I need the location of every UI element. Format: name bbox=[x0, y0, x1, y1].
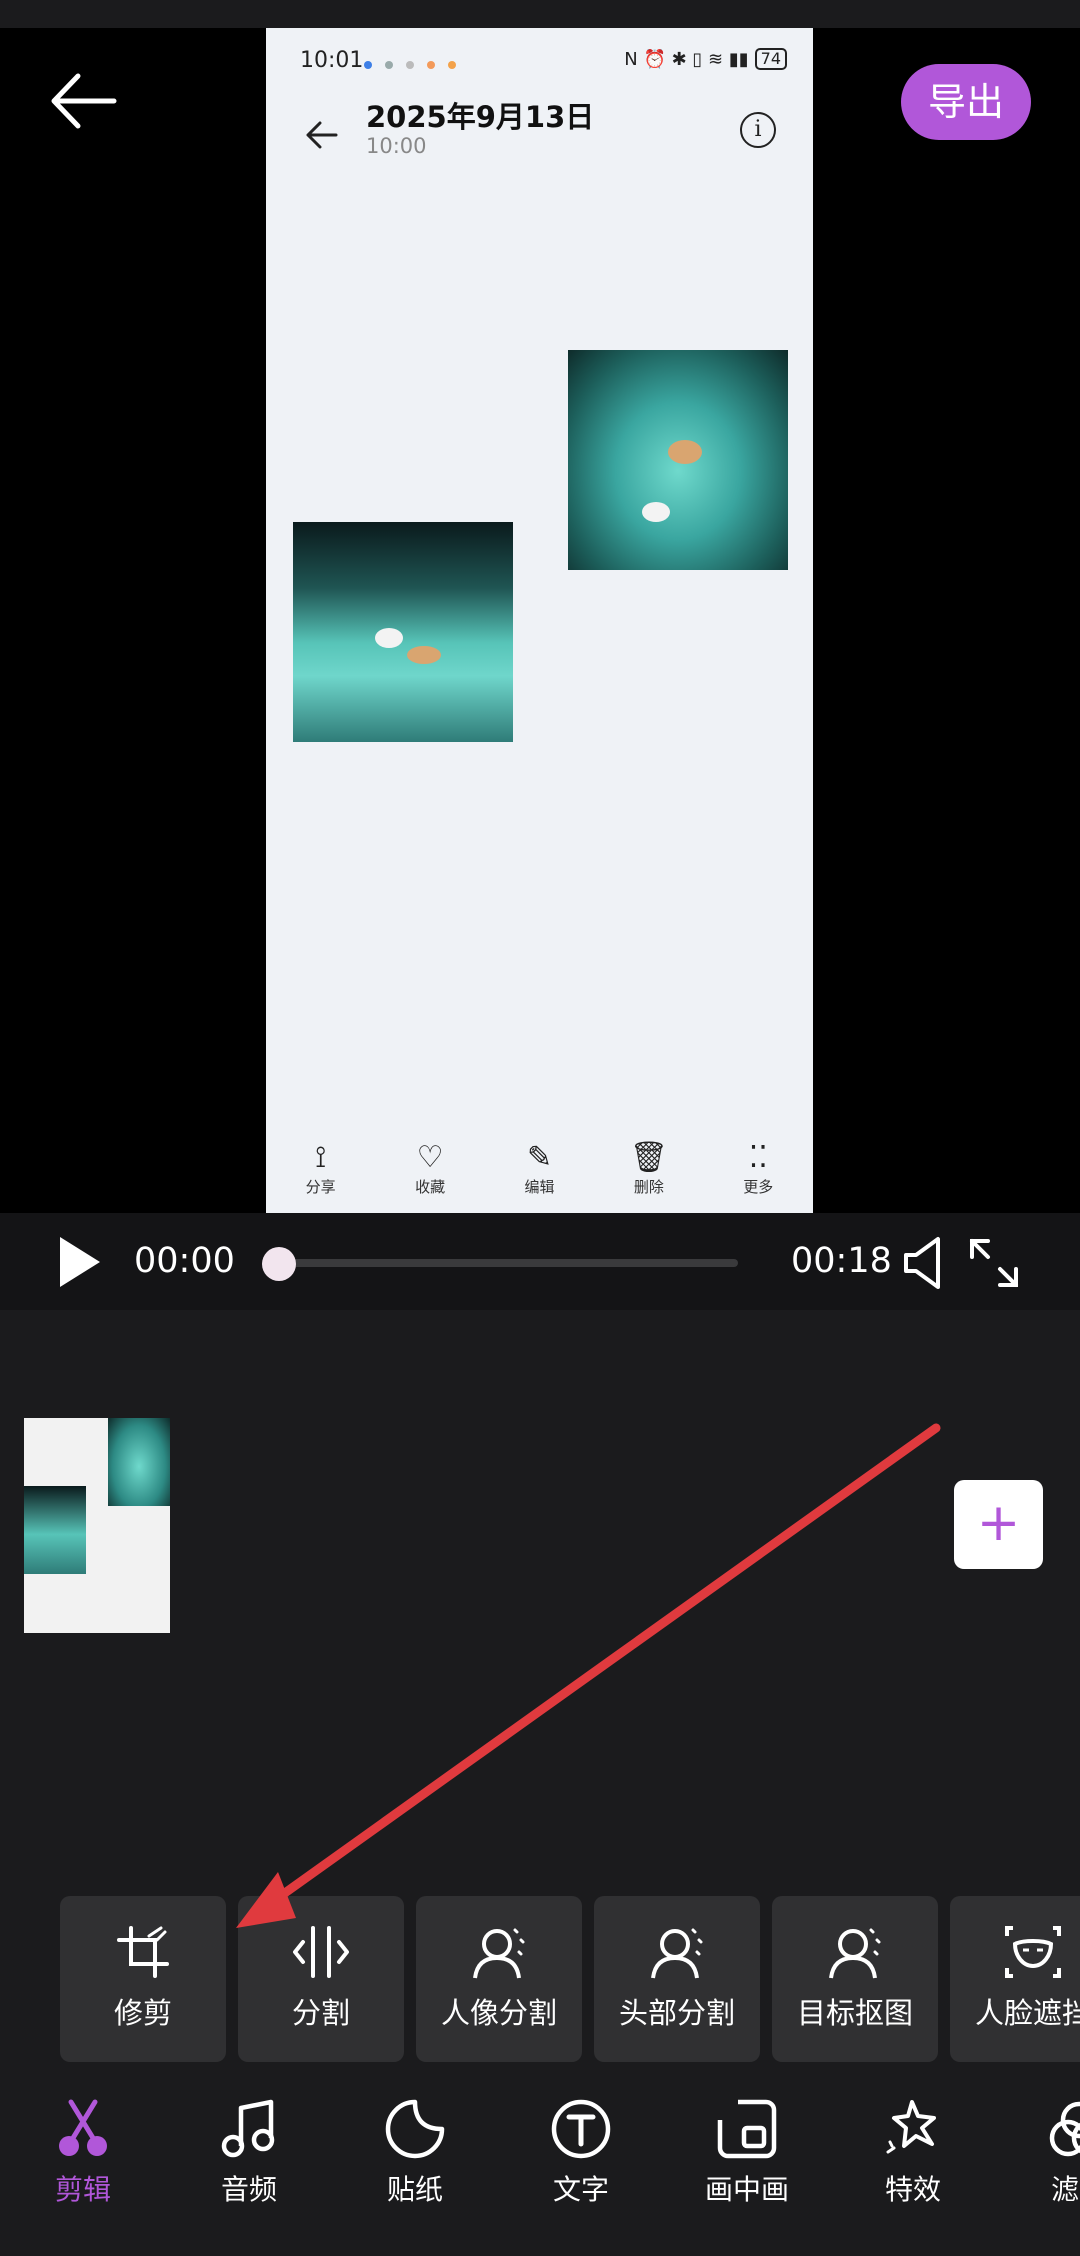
page-subtitle: 10:00 bbox=[366, 134, 427, 158]
face-mask-icon bbox=[1005, 1926, 1061, 1978]
nav-sticker[interactable]: 贴纸 bbox=[345, 2098, 485, 2208]
fullscreen-icon[interactable] bbox=[966, 1235, 1022, 1291]
edit-icon: ✎ bbox=[526, 1140, 553, 1175]
progress-handle[interactable] bbox=[262, 1247, 296, 1281]
nav-filter-label: 滤镜 bbox=[1050, 2173, 1080, 2206]
total-time: 00:18 bbox=[791, 1241, 892, 1281]
more-label: 更多 bbox=[743, 1178, 774, 1196]
tool-head-segment-label: 头部分割 bbox=[618, 1996, 735, 2030]
preview-frame: 10:01 N ⏰ ✱ ▯ ≋ ▮▮ 74 2025年9月13日 10:00 i… bbox=[266, 28, 813, 1213]
nav-filter[interactable]: 滤镜 bbox=[1009, 2098, 1080, 2208]
arrow-left-icon bbox=[51, 73, 117, 129]
tool-trim-label: 修剪 bbox=[113, 1996, 172, 2030]
nav-pip-label: 画中画 bbox=[704, 2173, 789, 2206]
pip-icon bbox=[717, 2099, 777, 2159]
music-icon bbox=[221, 2099, 275, 2158]
edit-item: ✎ 编辑 bbox=[499, 1140, 579, 1213]
text-icon bbox=[551, 2099, 611, 2159]
tool-face-mask[interactable]: 人脸遮挡 bbox=[950, 1896, 1080, 2062]
arrow-left-icon bbox=[306, 121, 338, 149]
heart-icon: ♡ bbox=[416, 1140, 444, 1175]
nav-text[interactable]: 文字 bbox=[511, 2098, 651, 2208]
playback-bar: 00:00 00:18 bbox=[0, 1213, 1080, 1310]
info-icon: i bbox=[740, 112, 776, 148]
nav-pip[interactable]: 画中画 bbox=[677, 2098, 817, 2208]
scissors-icon bbox=[59, 2099, 107, 2156]
delete-item: 🗑 删除 bbox=[609, 1140, 689, 1213]
more-item: ⁚⁚ 更多 bbox=[718, 1140, 798, 1213]
tool-split-label: 分割 bbox=[291, 1996, 350, 2030]
status-time: 10:01 bbox=[300, 48, 364, 73]
object-cutout-icon bbox=[829, 1928, 881, 1979]
share-item: ⟟ 分享 bbox=[281, 1140, 361, 1213]
nav-effects-label: 特效 bbox=[884, 2173, 941, 2206]
delete-label: 删除 bbox=[633, 1178, 664, 1196]
share-icon: ⟟ bbox=[315, 1140, 327, 1175]
export-button[interactable]: 导出 bbox=[901, 64, 1031, 140]
add-clip-button[interactable]: + bbox=[954, 1480, 1043, 1569]
page-title: 2025年9月13日 bbox=[366, 100, 595, 134]
status-icons-text: N ⏰ ✱ ▯ ≋ ▮▮ bbox=[624, 48, 749, 70]
tool-portrait-segment-label: 人像分割 bbox=[440, 1996, 557, 2030]
effects-icon bbox=[886, 2100, 936, 2154]
more-icon: ⁚⁚ bbox=[748, 1140, 768, 1175]
volume-icon[interactable] bbox=[900, 1235, 946, 1291]
play-icon[interactable] bbox=[60, 1237, 100, 1287]
timeline-clip[interactable] bbox=[24, 1418, 170, 1633]
tool-head-segment[interactable]: 头部分割 bbox=[594, 1896, 760, 2062]
tool-face-mask-label: 人脸遮挡 bbox=[974, 1996, 1080, 2030]
back-button[interactable] bbox=[44, 66, 124, 136]
nav-audio[interactable]: 音频 bbox=[179, 2098, 319, 2208]
trash-icon: 🗑 bbox=[629, 1140, 668, 1175]
nav-effects[interactable]: 特效 bbox=[843, 2098, 983, 2208]
sticker-icon bbox=[385, 2099, 445, 2159]
nav-filter-clip: 滤镜 bbox=[1009, 2098, 1080, 2238]
favorite-item: ♡ 收藏 bbox=[390, 1140, 470, 1213]
current-time: 00:00 bbox=[134, 1241, 235, 1281]
edit-label: 编辑 bbox=[524, 1178, 555, 1196]
battery-icon: 74 bbox=[754, 48, 787, 70]
nav-text-label: 文字 bbox=[552, 2173, 609, 2206]
tool-portrait-segment[interactable]: 人像分割 bbox=[416, 1896, 582, 2062]
progress-track[interactable] bbox=[262, 1259, 738, 1267]
nav-sticker-label: 贴纸 bbox=[386, 2173, 443, 2206]
tool-object-cutout[interactable]: 目标抠图 bbox=[772, 1896, 938, 2062]
status-icons: N ⏰ ✱ ▯ ≋ ▮▮ 74 bbox=[624, 48, 787, 70]
head-segment-icon bbox=[651, 1928, 703, 1979]
notification-dots bbox=[364, 54, 469, 73]
split-icon bbox=[293, 1926, 349, 1978]
portrait-segment-icon bbox=[473, 1928, 525, 1979]
favorite-label: 收藏 bbox=[415, 1178, 446, 1196]
photo-thumbnail bbox=[568, 350, 788, 570]
tool-object-cutout-label: 目标抠图 bbox=[796, 1996, 913, 2030]
filter-icon bbox=[1049, 2101, 1080, 2157]
nav-edit-label: 剪辑 bbox=[54, 2173, 111, 2206]
nav-edit[interactable]: 剪辑 bbox=[13, 2098, 153, 2208]
photo-thumbnail bbox=[293, 522, 513, 742]
nav-audio-label: 音频 bbox=[220, 2173, 277, 2206]
crop-icon bbox=[117, 1926, 169, 1978]
top-strip bbox=[0, 0, 1080, 28]
tool-split[interactable]: 分割 bbox=[238, 1896, 404, 2062]
share-label: 分享 bbox=[305, 1178, 336, 1196]
photo-toolbar: ⟟ 分享 ♡ 收藏 ✎ 编辑 🗑 删除 ⁚⁚ 更多 bbox=[266, 1140, 813, 1213]
tool-trim[interactable]: 修剪 bbox=[60, 1896, 226, 2062]
